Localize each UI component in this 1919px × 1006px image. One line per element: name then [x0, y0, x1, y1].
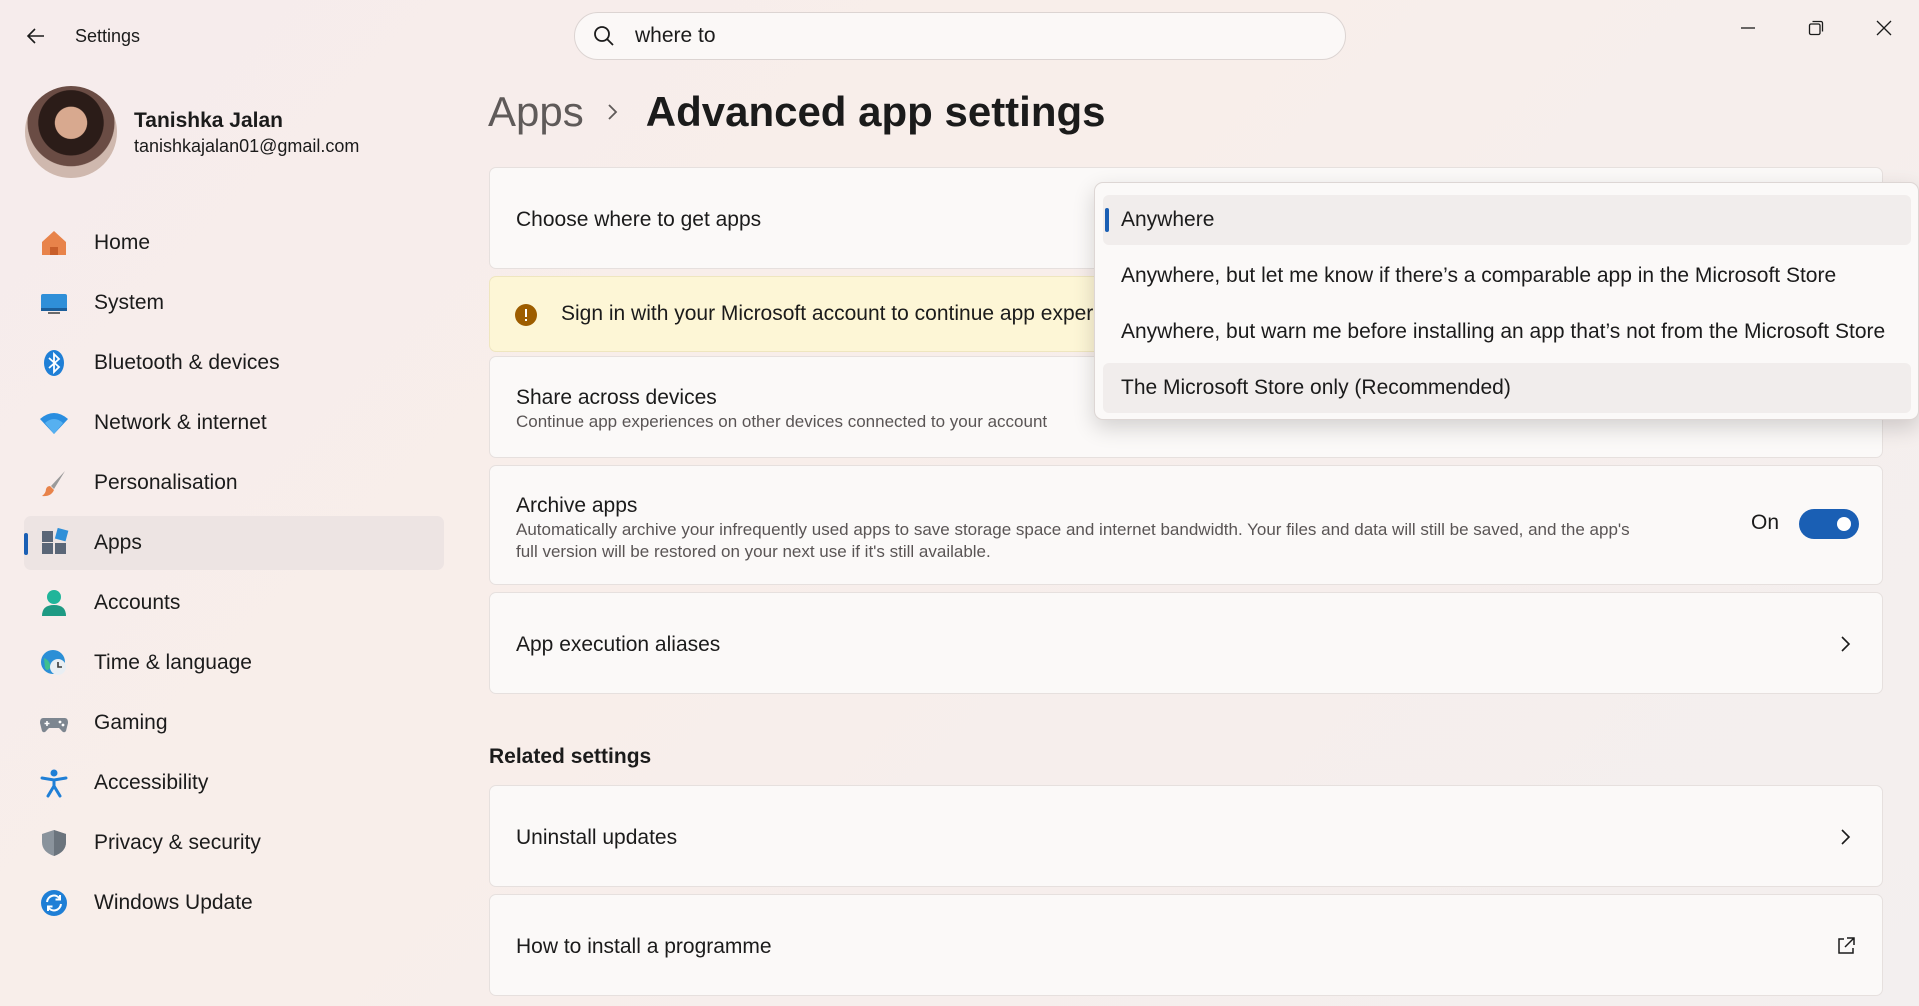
- chevron-right-icon: [606, 102, 620, 122]
- share-devices-title: Share across devices: [516, 386, 717, 409]
- title-bar: Settings: [0, 0, 1919, 72]
- restore-icon: [1808, 20, 1824, 36]
- apps-icon: [38, 527, 70, 559]
- archive-apps-title: Archive apps: [516, 494, 638, 517]
- globe-clock-icon: [38, 647, 70, 679]
- person-icon: [38, 587, 70, 619]
- chevron-right-icon: [1836, 634, 1856, 654]
- accessibility-icon: [38, 767, 70, 799]
- minimize-button[interactable]: [1720, 8, 1776, 48]
- sidebar-item-personalisation[interactable]: Personalisation: [24, 456, 444, 510]
- breadcrumb-parent[interactable]: Apps: [488, 88, 584, 136]
- sidebar-item-label: Privacy & security: [94, 831, 261, 854]
- external-link-icon: [1836, 936, 1856, 956]
- sidebar-item-label: Time & language: [94, 651, 252, 674]
- warning-icon: [514, 303, 538, 327]
- sidebar-item-system[interactable]: System: [24, 276, 444, 330]
- wifi-icon: [38, 407, 70, 439]
- bluetooth-icon: [38, 347, 70, 379]
- archive-toggle-label: On: [1751, 511, 1780, 534]
- sidebar-item-home[interactable]: Home: [24, 216, 444, 270]
- choose-apps-title: Choose where to get apps: [516, 208, 762, 231]
- monitor-icon: [38, 287, 70, 319]
- sidebar-item-label: Accounts: [94, 591, 181, 614]
- uninstall-updates-title: Uninstall updates: [516, 826, 678, 849]
- sidebar-item-label: Windows Update: [94, 891, 253, 914]
- archive-apps-toggle[interactable]: [1799, 509, 1859, 539]
- close-button[interactable]: [1856, 8, 1912, 48]
- dropdown-option-anywhere[interactable]: Anywhere: [1103, 195, 1911, 245]
- sidebar-item-label: Personalisation: [94, 471, 238, 494]
- uninstall-updates-card[interactable]: Uninstall updates: [489, 785, 1883, 887]
- sidebar-item-gaming[interactable]: Gaming: [24, 696, 444, 750]
- dropdown-option-anywhere-warn[interactable]: Anywhere, but warn me before installing …: [1103, 307, 1911, 357]
- related-settings-heading: Related settings: [489, 745, 652, 768]
- search-box[interactable]: [574, 12, 1346, 60]
- chevron-right-icon: [1836, 827, 1856, 847]
- sidebar-item-network[interactable]: Network & internet: [24, 396, 444, 450]
- minimize-icon: [1741, 27, 1755, 29]
- app-execution-aliases-title: App execution aliases: [516, 633, 721, 656]
- sidebar-item-bluetooth[interactable]: Bluetooth & devices: [24, 336, 444, 390]
- brush-icon: [38, 467, 70, 499]
- dropdown-option-label: Anywhere, but warn me before installing …: [1121, 320, 1886, 343]
- sidebar-item-accessibility[interactable]: Accessibility: [24, 756, 444, 810]
- search-icon: [593, 24, 617, 48]
- breadcrumb: Apps Advanced app settings: [488, 84, 1106, 140]
- sidebar-item-label: Accessibility: [94, 771, 209, 794]
- sidebar-item-label: Network & internet: [94, 411, 267, 434]
- sidebar-item-accounts[interactable]: Accounts: [24, 576, 444, 630]
- page-title: Advanced app settings: [645, 88, 1106, 135]
- sidebar-item-privacy[interactable]: Privacy & security: [24, 816, 444, 870]
- sidebar-item-label: Gaming: [94, 711, 168, 734]
- dropdown-option-label: Anywhere: [1121, 208, 1215, 231]
- archive-apps-description-line1: Automatically archive your infrequently …: [516, 520, 1630, 539]
- update-icon: [38, 887, 70, 919]
- archive-apps-card: Archive apps Automatically archive your …: [489, 465, 1883, 585]
- sidebar-item-windows-update[interactable]: Windows Update: [24, 876, 444, 930]
- toggle-knob: [1837, 517, 1851, 531]
- user-email: tanishkajalan01@gmail.com: [134, 136, 360, 156]
- archive-apps-description-line2: full version will be restored on your ne…: [516, 542, 991, 561]
- shield-icon: [38, 827, 70, 859]
- app-title: Settings: [75, 26, 141, 46]
- sidebar-item-label: Home: [94, 231, 151, 254]
- back-arrow-icon: [26, 28, 44, 44]
- gamepad-icon: [38, 707, 70, 739]
- back-button[interactable]: [20, 20, 52, 52]
- dropdown-option-store-only[interactable]: The Microsoft Store only (Recommended): [1103, 363, 1911, 413]
- user-name: Tanishka Jalan: [134, 109, 284, 132]
- install-programme-card[interactable]: How to install a programme: [489, 894, 1883, 996]
- dropdown-option-anywhere-notify[interactable]: Anywhere, but let me know if there’s a c…: [1103, 251, 1911, 301]
- sidebar-item-label: Apps: [94, 531, 142, 554]
- sidebar-item-label: Bluetooth & devices: [94, 351, 280, 374]
- warning-text: Sign in with your Microsoft account to c…: [561, 302, 1094, 325]
- restore-button[interactable]: [1788, 8, 1844, 48]
- dropdown-option-label: The Microsoft Store only (Recommended): [1121, 376, 1511, 399]
- sidebar-nav: Home System Bluetooth & devices Network …: [24, 216, 444, 936]
- sidebar-item-label: System: [94, 291, 165, 314]
- search-input[interactable]: [635, 24, 1315, 48]
- app-source-dropdown-menu: Anywhere Anywhere, but let me know if th…: [1094, 182, 1919, 420]
- dropdown-option-label: Anywhere, but let me know if there’s a c…: [1121, 264, 1837, 287]
- close-icon: [1876, 20, 1892, 36]
- home-icon: [38, 227, 70, 259]
- share-devices-description: Continue app experiences on other device…: [516, 412, 1048, 431]
- install-programme-title: How to install a programme: [516, 935, 772, 958]
- avatar[interactable]: [25, 86, 117, 178]
- sidebar-item-time-language[interactable]: Time & language: [24, 636, 444, 690]
- sidebar-item-apps[interactable]: Apps: [24, 516, 444, 570]
- app-execution-aliases-card[interactable]: App execution aliases: [489, 592, 1883, 694]
